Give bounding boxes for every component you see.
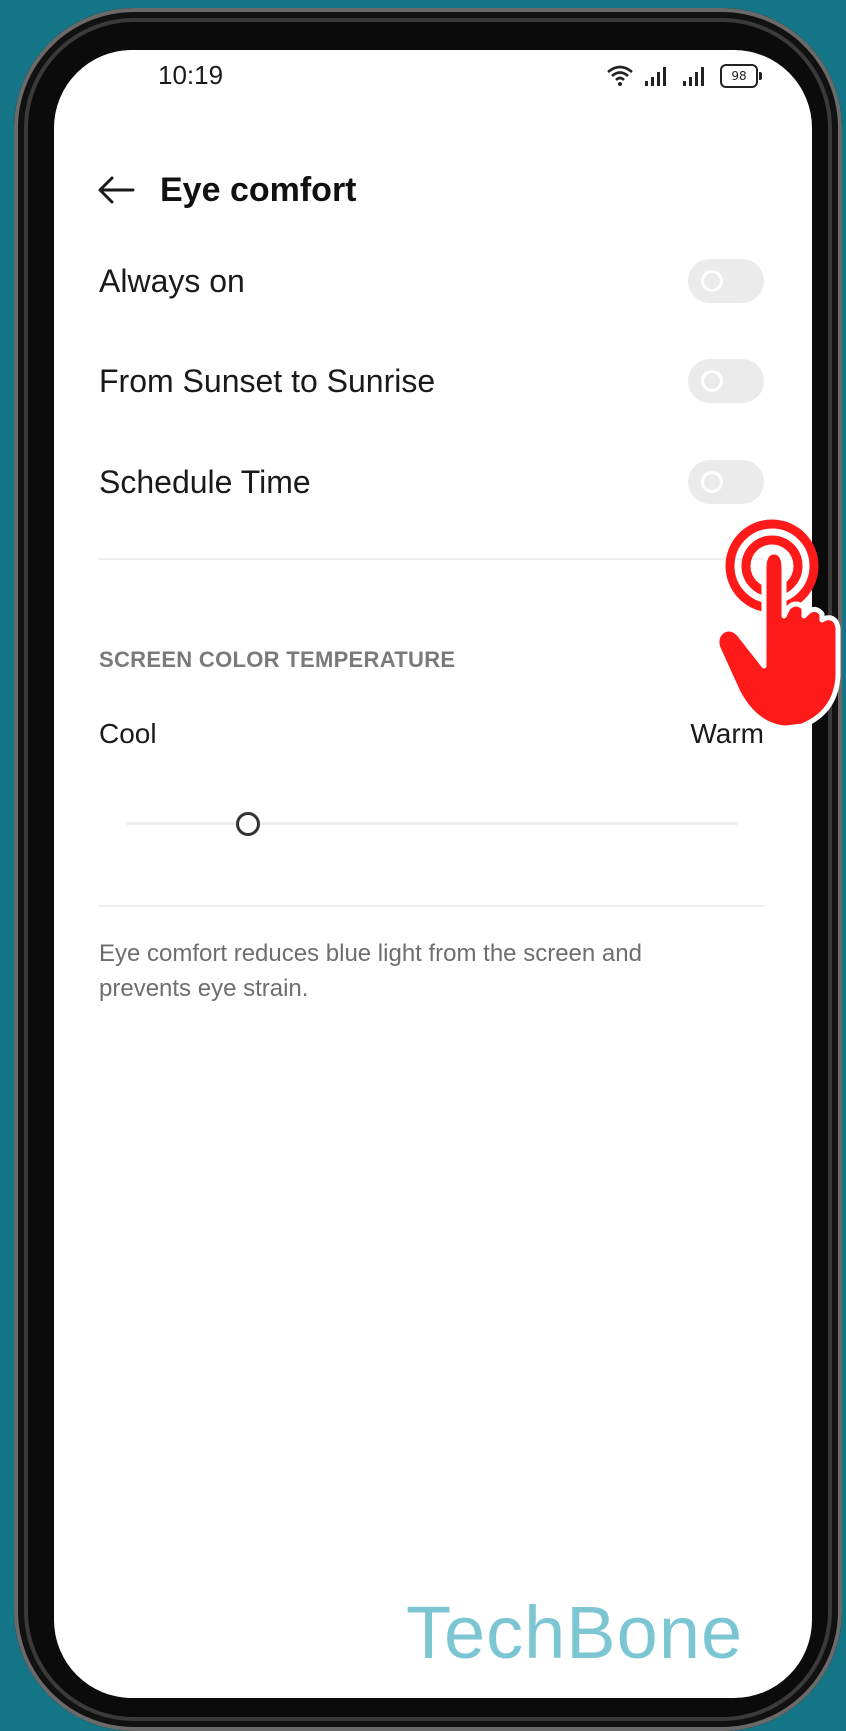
signal-icon-2 [683,67,704,86]
battery-icon: 98 [720,64,762,88]
status-icons: 98 [606,64,762,88]
setting-label: Always on [99,262,245,299]
status-bar: 10:19 98 [54,50,812,120]
signal-icon [645,67,666,86]
sunset-to-sunrise-toggle[interactable] [688,359,764,403]
cool-label: Cool [99,718,157,749]
wifi-icon [607,65,633,86]
header: Eye comfort [94,168,357,212]
back-button[interactable] [94,168,138,212]
color-temperature-slider-track[interactable] [126,822,738,825]
setting-label: From Sunset to Sunrise [99,362,436,399]
screen: 10:19 98 Eye comfort Always on From Suns… [54,50,812,1698]
toggle-knob [701,270,723,292]
divider [99,558,764,560]
setting-label: Schedule Time [99,463,311,500]
setting-row-schedule-time[interactable]: Schedule Time [99,447,764,517]
setting-row-always-on[interactable]: Always on [99,246,764,316]
back-arrow-icon [98,176,135,204]
divider [99,905,764,907]
techbone-watermark: TechBone [406,1591,744,1674]
always-on-toggle[interactable] [688,259,764,303]
setting-row-sunset-to-sunrise[interactable]: From Sunset to Sunrise [99,346,764,416]
toggle-knob [701,471,723,493]
tap-indicator-hand-icon [716,519,841,731]
status-time: 10:19 [158,60,224,90]
description: Eye comfort reduces blue light from the … [99,940,642,1002]
page-title: Eye comfort [160,170,357,209]
schedule-time-toggle[interactable] [688,460,764,504]
color-temperature-slider-thumb[interactable] [236,812,261,836]
toggle-knob [701,370,723,392]
section-header: SCREEN COLOR TEMPERATURE [99,647,456,672]
